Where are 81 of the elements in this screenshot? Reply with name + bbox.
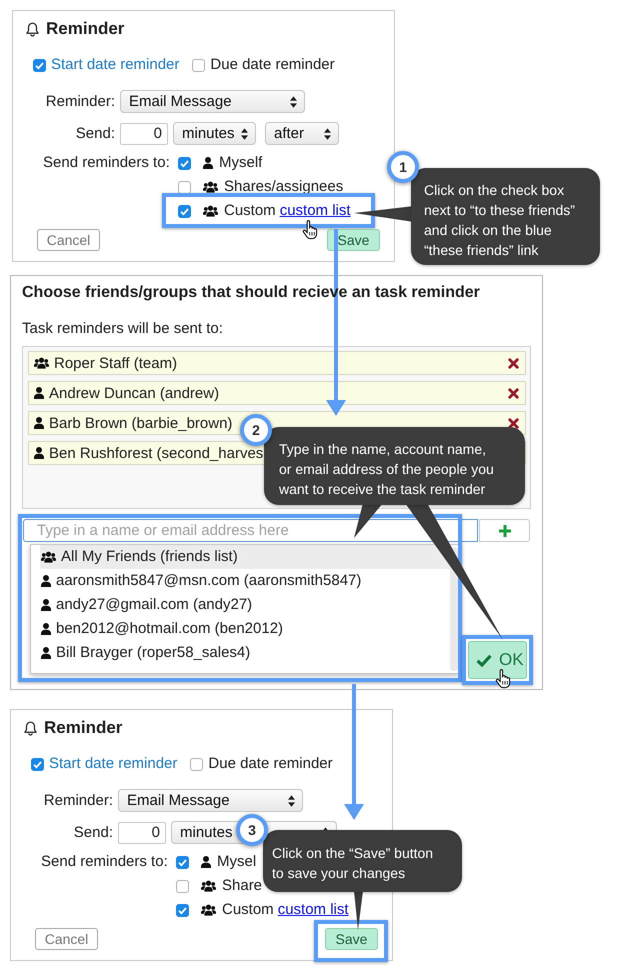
bell-icon bbox=[26, 22, 39, 36]
add-button[interactable] bbox=[479, 519, 530, 542]
checkbox[interactable] bbox=[178, 180, 191, 194]
person-icon bbox=[34, 447, 44, 459]
option-label: Share bbox=[222, 877, 262, 895]
dropdown-select[interactable]: after bbox=[265, 122, 339, 145]
panel-title: Reminder bbox=[46, 18, 124, 40]
group-icon bbox=[201, 880, 216, 892]
ok-button[interactable]: OK bbox=[468, 641, 527, 679]
option-label: Due date reminder bbox=[210, 56, 335, 74]
person-icon bbox=[41, 647, 51, 659]
group-icon bbox=[203, 205, 218, 217]
cancel-button[interactable]: Cancel bbox=[37, 229, 100, 251]
field-label: Send: bbox=[74, 124, 115, 142]
custom-list-link[interactable]: custom list bbox=[280, 202, 351, 220]
option-label: Custom bbox=[224, 202, 276, 220]
person-icon bbox=[34, 387, 44, 399]
checkbox[interactable] bbox=[33, 58, 46, 72]
remove-icon[interactable] bbox=[508, 358, 519, 368]
custom-list-link[interactable]: custom list bbox=[278, 901, 349, 919]
save-button[interactable]: Save bbox=[325, 928, 378, 950]
tooltip-pointer bbox=[353, 891, 364, 930]
person-icon bbox=[41, 599, 51, 611]
suggestion-item[interactable]: ben2012@hotmail.com (ben2012) bbox=[40, 617, 452, 641]
section-label: Task reminders will be sent to: bbox=[22, 319, 224, 339]
recipient-name: Ben Rushforest (second_harves bbox=[49, 446, 264, 460]
number-field[interactable]: 0 bbox=[118, 822, 166, 844]
group-icon bbox=[34, 357, 49, 369]
tooltip-pointer bbox=[354, 206, 414, 222]
suggestion-item[interactable]: All My Friends (friends list) bbox=[40, 545, 452, 569]
person-icon bbox=[41, 623, 51, 635]
instruction-tooltip: Click on the “Save” button to save your changes bbox=[263, 830, 462, 892]
field-label: Send: bbox=[72, 824, 113, 842]
field-label: Reminder: bbox=[44, 92, 115, 110]
person-icon bbox=[203, 157, 213, 169]
check-icon bbox=[476, 654, 492, 666]
group-icon bbox=[41, 551, 56, 563]
checkbox[interactable] bbox=[176, 904, 189, 916]
checkbox[interactable] bbox=[31, 758, 44, 770]
instruction-tooltip: Type in the name, account name, or email address of the people you want to receive the task reminder bbox=[264, 427, 525, 505]
suggestion-item[interactable]: aaronsmith5847@msn.com (aaronsmith5847) bbox=[40, 569, 452, 593]
instruction-tooltip: Click on the check box next to “to these friends” and click on the blue “these friends” link bbox=[411, 168, 600, 265]
checkbox[interactable] bbox=[190, 758, 204, 770]
group-icon bbox=[203, 181, 218, 193]
remove-icon[interactable] bbox=[508, 388, 519, 398]
suggestion-item[interactable]: Bill Brayger (roper58_sales4) bbox=[40, 641, 452, 665]
option-label: Shares/assignees bbox=[224, 178, 344, 196]
checkbox[interactable] bbox=[178, 156, 191, 170]
panel-title: Reminder bbox=[44, 718, 122, 738]
search-field[interactable]: Type in a name or email address here bbox=[23, 519, 478, 542]
field-label: Send reminders to: bbox=[41, 852, 169, 872]
dropdown-select[interactable]: Email Message bbox=[118, 789, 303, 812]
remove-icon[interactable] bbox=[508, 418, 519, 428]
option-label: Myself bbox=[219, 154, 262, 172]
checkbox[interactable] bbox=[176, 880, 189, 892]
cancel-button[interactable]: Cancel bbox=[35, 928, 98, 950]
option-label: Due date reminder bbox=[208, 755, 333, 773]
number-field[interactable]: 0 bbox=[120, 122, 168, 144]
checkbox[interactable] bbox=[192, 58, 206, 72]
bell-icon bbox=[24, 720, 37, 736]
person-icon bbox=[34, 417, 44, 429]
recipient-name: Barb Brown (barbie_brown) bbox=[49, 416, 232, 430]
field-label: Reminder: bbox=[42, 792, 113, 810]
dropdown-select[interactable]: Email Message bbox=[120, 90, 305, 113]
save-button[interactable]: Save bbox=[327, 229, 380, 251]
group-icon bbox=[201, 904, 216, 916]
checkbox[interactable] bbox=[178, 204, 191, 218]
option-label: Mysel bbox=[217, 853, 256, 871]
suggestion-item[interactable]: andy27@gmail.com (andy27) bbox=[40, 593, 452, 617]
option-label: Start date reminder bbox=[51, 56, 180, 74]
plus-icon bbox=[498, 524, 510, 536]
option-label: Start date reminder bbox=[49, 755, 178, 773]
recipient-name: Roper Staff (team) bbox=[54, 356, 178, 370]
person-icon bbox=[201, 856, 211, 868]
field-label: Send reminders to: bbox=[43, 153, 171, 173]
hand-cursor-icon bbox=[302, 220, 318, 240]
person-icon bbox=[41, 575, 51, 587]
dropdown-select[interactable]: minutes bbox=[173, 122, 256, 145]
checkbox[interactable] bbox=[176, 856, 189, 868]
recipient-name: Andrew Duncan (andrew) bbox=[49, 386, 220, 400]
option-label: Custom bbox=[222, 901, 274, 919]
